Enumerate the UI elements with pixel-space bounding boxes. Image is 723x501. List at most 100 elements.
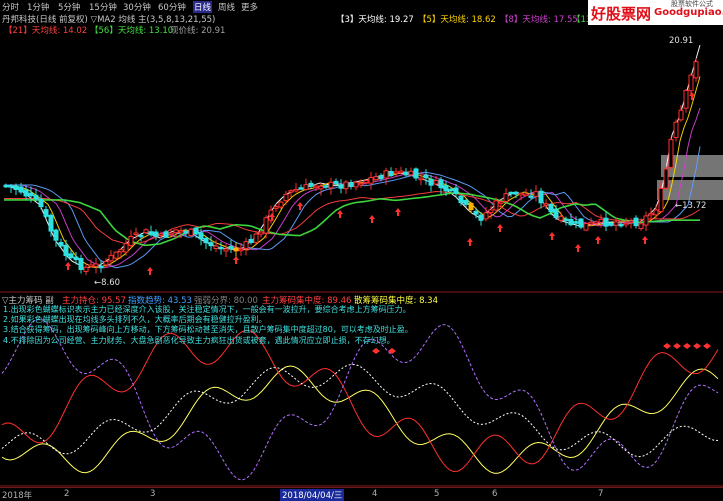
- candle-body: [168, 232, 174, 236]
- candle-body: [663, 168, 669, 189]
- candle-body: [533, 191, 539, 197]
- indicator-notes: 1.出现彩色蝴蝶标识表示主力已经深度介入该股，关注稳定情况下，一般会有一波拉升，…: [3, 305, 463, 346]
- candle-body: [353, 181, 359, 188]
- candle-body: [538, 190, 544, 204]
- candle-body: [163, 231, 169, 238]
- candle-body: [213, 245, 219, 249]
- candle-body: [438, 179, 444, 189]
- candle-body: [73, 256, 79, 261]
- up-arrow-icon: [395, 208, 401, 216]
- up-arrow-icon: [549, 232, 555, 240]
- candle-body: [238, 248, 244, 252]
- note-line: 4.不排除因为公司经营、主力财务、大盘急剧恶化导致主力疯狂出货或被套，遇此情况应…: [3, 335, 395, 345]
- cursor-date: 2018/04/04/三: [280, 489, 345, 501]
- candle-body: [553, 208, 559, 218]
- axis-label: 6: [492, 489, 498, 499]
- candle-body: [568, 219, 574, 226]
- candle-body: [258, 231, 264, 235]
- ma-line: [4, 146, 701, 269]
- ma-line: [3, 44, 701, 269]
- up-arrow-icon: [297, 202, 303, 210]
- candle-body: [558, 215, 564, 221]
- butterfly-marker-icon: [372, 348, 380, 354]
- candle-body: [273, 206, 279, 209]
- candle-body: [683, 90, 689, 109]
- candle-body: [23, 189, 29, 197]
- candle-body: [283, 193, 289, 202]
- candle-body: [113, 251, 119, 259]
- up-arrow-icon: [337, 210, 343, 218]
- candle-body: [348, 182, 354, 187]
- candle-body: [613, 221, 619, 226]
- candle-body: [603, 217, 609, 227]
- candle-body: [328, 181, 334, 189]
- candle-body: [98, 265, 104, 269]
- candle-body: [153, 231, 159, 237]
- candle-body: [243, 241, 249, 249]
- candle-body: [188, 228, 194, 236]
- candle-body: [448, 188, 454, 192]
- candle-body: [633, 217, 639, 227]
- low-price-label: ←8.60: [94, 278, 121, 288]
- axis-label: 5: [434, 489, 440, 499]
- candle-body: [108, 254, 114, 262]
- candle-body: [483, 212, 489, 220]
- candle-body: [278, 201, 284, 208]
- candle-body: [678, 109, 684, 121]
- candle-body: [228, 245, 234, 250]
- candle-body: [8, 185, 14, 188]
- note-line: 1.出现彩色蝴蝶标识表示主力已经深度介入该股，关注稳定情况下，一般会有一波拉升，…: [3, 305, 411, 314]
- candle-body: [488, 209, 494, 214]
- ma-line: [4, 190, 701, 245]
- candle-body: [513, 191, 519, 195]
- candle-body: [393, 171, 399, 175]
- note-line: 2.如果彩色蝴蝶出现在均线多头排列不久，大概率后期会有稳健拉升盈利。: [3, 315, 267, 325]
- candle-body: [193, 227, 199, 234]
- up-arrow-icon: [595, 236, 601, 244]
- candle-body: [498, 201, 504, 204]
- candle-body: [628, 220, 634, 224]
- candle-body: [58, 241, 64, 247]
- candle-body: [3, 184, 9, 188]
- candle-body: [363, 180, 369, 184]
- candle-body: [648, 212, 654, 216]
- ma-line: [4, 107, 701, 269]
- candle-body: [418, 177, 424, 181]
- chart-window: 分时 1分钟 5分钟 15分钟 30分钟 60分钟 日线 周线 更多 丹邦科技(…: [0, 0, 723, 501]
- candle-body: [428, 178, 434, 186]
- candle-body: [598, 218, 604, 223]
- candle-body: [588, 221, 594, 225]
- candle-body: [453, 187, 459, 195]
- candle-body: [358, 182, 364, 186]
- candle-body: [148, 231, 154, 236]
- candle-body: [158, 233, 164, 236]
- candle-body: [493, 200, 499, 211]
- up-arrow-icon: [233, 256, 239, 264]
- kline-chart[interactable]: [0, 0, 723, 500]
- candle-body: [68, 253, 74, 259]
- candle-body: [693, 61, 699, 79]
- candle-body: [318, 185, 324, 190]
- candle-body: [118, 249, 124, 253]
- candle-body: [313, 185, 319, 189]
- candle-body: [608, 222, 614, 226]
- candle-body: [468, 202, 474, 211]
- candle-body: [388, 170, 394, 177]
- axis-label: 7: [598, 489, 604, 499]
- candle-body: [13, 185, 19, 190]
- candle-body: [218, 246, 224, 250]
- axis-label: 3: [150, 489, 156, 499]
- candle-body: [93, 263, 99, 268]
- axis-label: 2018年: [2, 491, 33, 501]
- candle-body: [28, 192, 34, 197]
- candle-body: [413, 168, 419, 179]
- ma-line: [4, 76, 701, 269]
- candle-body: [583, 223, 589, 231]
- candle-body: [78, 258, 84, 271]
- indicator-line: [1, 363, 719, 458]
- candle-body: [293, 188, 299, 192]
- candle-body: [688, 74, 694, 92]
- candle-body: [88, 264, 94, 267]
- candle-body: [198, 232, 204, 240]
- candle-body: [563, 218, 569, 222]
